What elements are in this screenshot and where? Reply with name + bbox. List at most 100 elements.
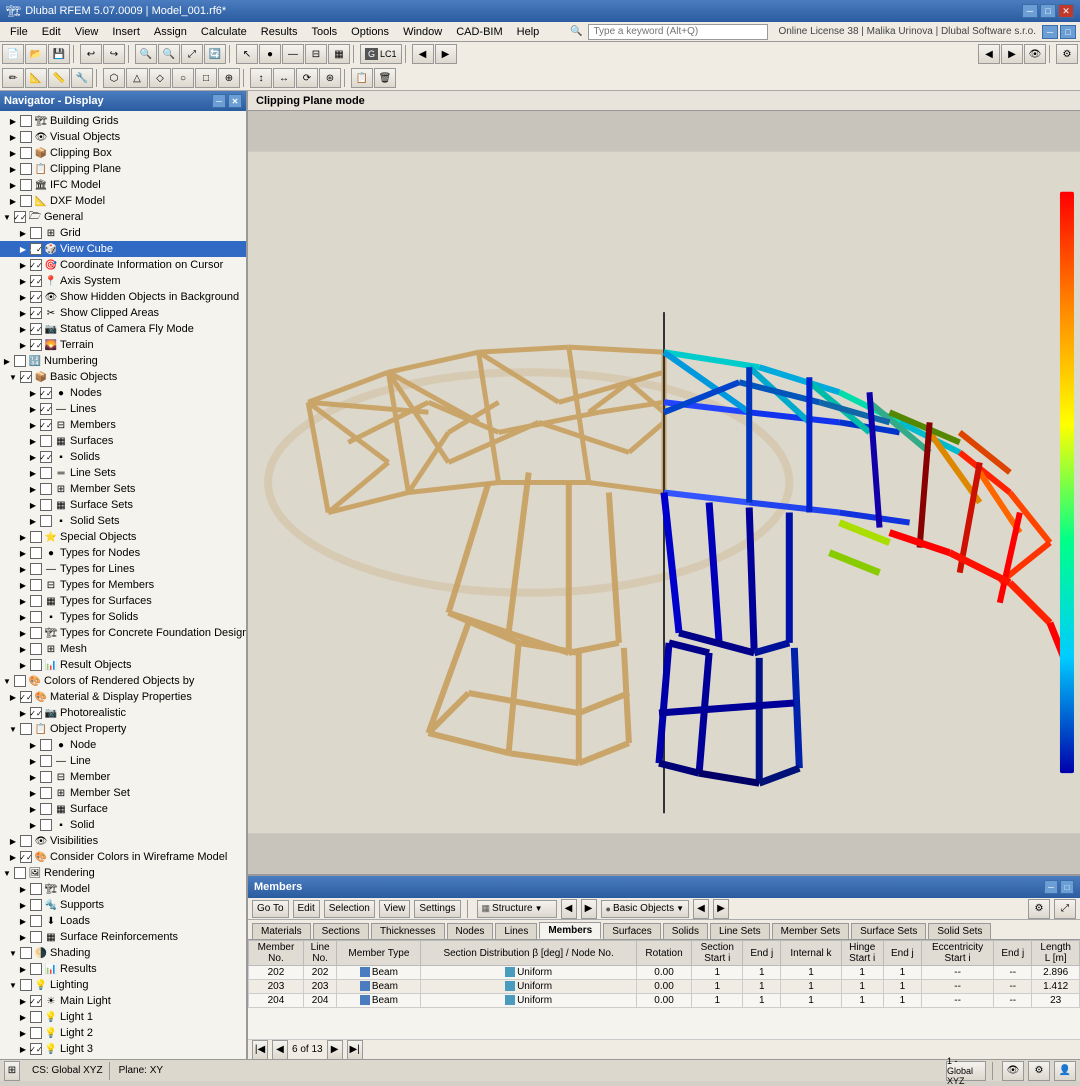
next-lc-btn[interactable]: ▶ <box>435 44 457 64</box>
tree-checkbox[interactable] <box>30 883 42 895</box>
rotate-btn[interactable]: 🔄 <box>204 44 226 64</box>
close-button[interactable]: ✕ <box>1058 4 1074 18</box>
table-settings-btn[interactable]: ⚙ <box>1028 899 1050 919</box>
tree-checkbox[interactable]: ✓ <box>20 851 32 863</box>
dd-prev-btn[interactable]: ◀ <box>561 899 577 919</box>
expand-arrow[interactable]: ▶ <box>28 404 38 414</box>
expand-arrow[interactable]: ▶ <box>8 196 18 206</box>
tb2-btn12[interactable]: ↔ <box>273 68 295 88</box>
tb2-btn4[interactable]: 🔧 <box>71 68 93 88</box>
tree-checkbox[interactable]: ✓ <box>30 995 42 1007</box>
bo-next-btn[interactable]: ▶ <box>713 899 729 919</box>
tree-checkbox[interactable] <box>30 531 42 543</box>
menu-file[interactable]: File <box>4 25 34 39</box>
tb2-btn9[interactable]: □ <box>195 68 217 88</box>
expand-arrow[interactable]: ▼ <box>8 724 18 734</box>
tree-item-basic-objects[interactable]: ▼✓📦Basic Objects <box>0 369 246 385</box>
g-dropdown[interactable]: G LC1 <box>360 44 402 64</box>
tb2-btn16[interactable]: 🗑 <box>374 68 396 88</box>
expand-arrow[interactable]: ▶ <box>28 788 38 798</box>
undo-btn[interactable]: ↩ <box>80 44 102 64</box>
surface-btn[interactable]: ▦ <box>328 44 350 64</box>
tree-item-types-for-lines[interactable]: ▶—Types for Lines <box>0 561 246 577</box>
tb2-btn7[interactable]: ◇ <box>149 68 171 88</box>
navigator-close-btn[interactable]: ✕ <box>228 94 242 108</box>
nav-right-btn[interactable]: ▶ <box>1001 44 1023 64</box>
page-last-btn[interactable]: ▶| <box>347 1040 363 1060</box>
expand-arrow[interactable]: ▶ <box>28 388 38 398</box>
expand-arrow[interactable]: ▶ <box>18 308 28 318</box>
info-expand-btn[interactable]: □ <box>1060 25 1076 39</box>
status-user-icon[interactable]: 👤 <box>1054 1061 1076 1081</box>
tree-item-photorealistic[interactable]: ▶✓📷Photorealistic <box>0 705 246 721</box>
status-view-icon[interactable]: 👁 <box>1002 1061 1024 1081</box>
expand-arrow[interactable]: ▶ <box>18 276 28 286</box>
tree-checkbox[interactable] <box>30 915 42 927</box>
tree-item-grid[interactable]: ▶⊞Grid <box>0 225 246 241</box>
tree-checkbox[interactable]: ✓ <box>30 323 42 335</box>
expand-arrow[interactable]: ▶ <box>8 180 18 190</box>
bottom-panel-minimize-btn[interactable]: ─ <box>1044 880 1058 894</box>
expand-arrow[interactable]: ▶ <box>18 644 28 654</box>
tree-checkbox[interactable] <box>30 1011 42 1023</box>
tree-checkbox[interactable] <box>30 659 42 671</box>
save-btn[interactable]: 💾 <box>48 44 70 64</box>
settings-btn2[interactable]: Settings <box>414 900 460 918</box>
tree-item-types-for-solids[interactable]: ▶▪Types for Solids <box>0 609 246 625</box>
status-settings-icon[interactable]: ⚙ <box>1028 1061 1050 1081</box>
tree-checkbox[interactable]: ✓ <box>30 307 42 319</box>
minimize-button[interactable]: ─ <box>1022 4 1038 18</box>
tb2-btn3[interactable]: 📏 <box>48 68 70 88</box>
expand-arrow[interactable]: ▶ <box>18 548 28 558</box>
tree-checkbox[interactable] <box>40 435 52 447</box>
new-btn[interactable]: 📄 <box>2 44 24 64</box>
nav-left-btn[interactable]: ◀ <box>978 44 1000 64</box>
expand-arrow[interactable]: ▶ <box>28 772 38 782</box>
tree-item-model[interactable]: ▶🏗Model <box>0 881 246 897</box>
tree-checkbox[interactable]: ✓ <box>20 691 32 703</box>
tree-checkbox[interactable] <box>40 819 52 831</box>
tree-item-surface[interactable]: ▶▦Surface <box>0 801 246 817</box>
expand-arrow[interactable]: ▶ <box>18 564 28 574</box>
tree-checkbox[interactable] <box>20 835 32 847</box>
tree-item-solids[interactable]: ▶✓▪Solids <box>0 449 246 465</box>
expand-arrow[interactable]: ▶ <box>18 1012 28 1022</box>
tree-item-visual-objects[interactable]: ▶👁Visual Objects <box>0 129 246 145</box>
expand-arrow[interactable]: ▶ <box>18 660 28 670</box>
tree-item-line[interactable]: ▶—Line <box>0 753 246 769</box>
tree-checkbox[interactable] <box>40 483 52 495</box>
tree-item-types-for-surfaces[interactable]: ▶▦Types for Surfaces <box>0 593 246 609</box>
tree-item-result-objects[interactable]: ▶📊Result Objects <box>0 657 246 673</box>
tree-item-object-property[interactable]: ▼📋Object Property <box>0 721 246 737</box>
status-icon1[interactable]: ⊞ <box>4 1061 20 1081</box>
tree-checkbox[interactable] <box>40 755 52 767</box>
tree-item-light-4[interactable]: ▶💡Light 4 <box>0 1057 246 1059</box>
expand-arrow[interactable]: ▶ <box>8 132 18 142</box>
member-btn[interactable]: ⊟ <box>305 44 327 64</box>
tb2-btn10[interactable]: ⊕ <box>218 68 240 88</box>
tree-checkbox[interactable] <box>30 899 42 911</box>
menu-options[interactable]: Options <box>345 25 395 39</box>
tree-item-lighting[interactable]: ▼💡Lighting <box>0 977 246 993</box>
tree-item-visibilities[interactable]: ▶👁Visibilities <box>0 833 246 849</box>
tree-checkbox[interactable]: ✓ <box>30 291 42 303</box>
tree-item-types-for-concrete-foundation-design[interactable]: ▶🏗Types for Concrete Foundation Design <box>0 625 246 641</box>
title-bar-controls[interactable]: ─ □ ✕ <box>1022 4 1074 18</box>
expand-arrow[interactable]: ▼ <box>2 212 12 222</box>
table-expand-btn[interactable]: ⤢ <box>1054 899 1076 919</box>
expand-arrow[interactable]: ▶ <box>18 932 28 942</box>
tree-item-surfaces[interactable]: ▶▦Surfaces <box>0 433 246 449</box>
expand-arrow[interactable]: ▶ <box>18 708 28 718</box>
search-input[interactable] <box>588 24 768 40</box>
expand-arrow[interactable]: ▶ <box>8 116 18 126</box>
tree-item-solid[interactable]: ▶▪Solid <box>0 817 246 833</box>
maximize-button[interactable]: □ <box>1040 4 1056 18</box>
expand-arrow[interactable]: ▶ <box>18 580 28 590</box>
tree-checkbox[interactable]: ✓ <box>30 275 42 287</box>
tree-item-shading[interactable]: ▼🌗Shading <box>0 945 246 961</box>
expand-arrow[interactable]: ▼ <box>8 980 18 990</box>
expand-arrow[interactable]: ▶ <box>18 996 28 1006</box>
table-row[interactable]: 204204BeamUniform0.0011111----23 <box>249 994 1080 1008</box>
tree-item-members[interactable]: ▶✓⊟Members <box>0 417 246 433</box>
expand-arrow[interactable]: ▶ <box>8 836 18 846</box>
